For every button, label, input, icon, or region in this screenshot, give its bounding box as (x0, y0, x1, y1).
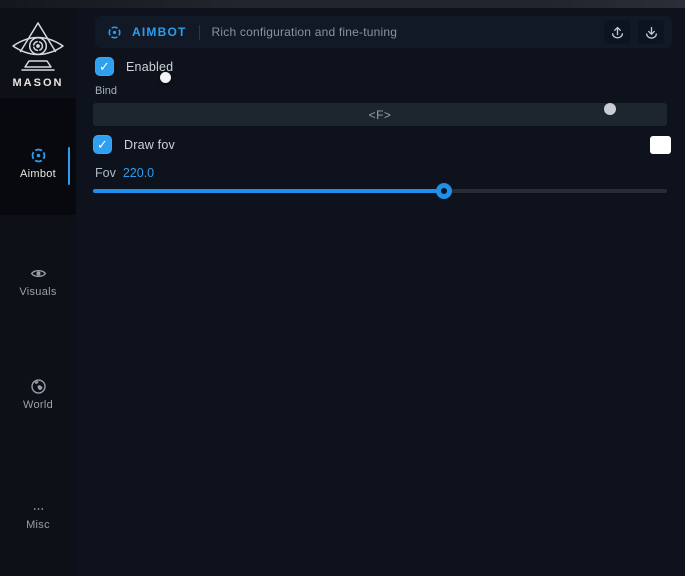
window-top-strip (0, 0, 685, 8)
cursor-dot (160, 72, 171, 83)
enabled-checkbox[interactable] (95, 57, 114, 76)
sidebar: MASON Aimbot Visuals World (0, 8, 76, 576)
brand-logo: MASON (0, 20, 76, 89)
fov-slider[interactable] (93, 186, 667, 196)
fov-value: 220.0 (123, 166, 154, 180)
mason-pyramid-eye-icon (9, 20, 67, 74)
sidebar-item-label: Aimbot (0, 168, 76, 180)
fov-value-row: Fov 220.0 (95, 166, 154, 180)
fov-label: Fov (95, 166, 116, 180)
fov-slider-fill (93, 189, 444, 193)
draw-fov-checkbox[interactable] (93, 135, 112, 154)
fov-color-swatch[interactable] (650, 136, 671, 154)
sidebar-item-aimbot[interactable]: Aimbot (0, 98, 76, 215)
brand-label: MASON (0, 77, 76, 89)
app-window: MASON Aimbot Visuals World (0, 0, 685, 576)
import-config-button[interactable] (638, 20, 664, 44)
upload-icon (610, 25, 625, 40)
ellipsis-icon (30, 503, 47, 515)
bind-key-input[interactable]: <F> (93, 103, 667, 126)
sidebar-item-visuals[interactable]: Visuals (0, 265, 76, 298)
export-config-button[interactable] (604, 20, 630, 44)
download-icon (644, 25, 659, 40)
draw-fov-row: Draw fov (93, 135, 175, 154)
page-header: AIMBOT Rich configuration and fine-tunin… (95, 16, 672, 48)
fov-slider-handle[interactable] (436, 183, 452, 199)
sidebar-item-label: World (0, 399, 76, 411)
header-divider (199, 25, 200, 40)
page-title: AIMBOT (132, 25, 187, 39)
indicator-dot (604, 103, 616, 115)
globe-icon (30, 378, 47, 395)
sidebar-item-misc[interactable]: Misc (0, 503, 76, 531)
eye-icon (30, 265, 47, 282)
draw-fov-label: Draw fov (124, 138, 175, 152)
sidebar-item-label: Visuals (0, 286, 76, 298)
crosshair-icon (107, 25, 122, 40)
sidebar-item-label: Misc (0, 519, 76, 531)
sidebar-item-world[interactable]: World (0, 378, 76, 411)
active-accent-bar (68, 147, 70, 185)
page-subtitle: Rich configuration and fine-tuning (212, 25, 398, 39)
bind-label: Bind (95, 85, 117, 97)
crosshair-icon (30, 147, 47, 164)
